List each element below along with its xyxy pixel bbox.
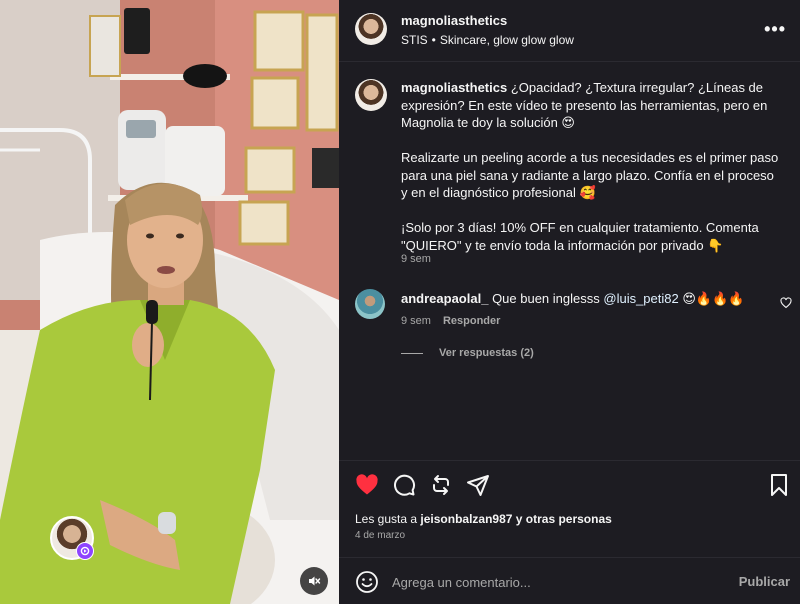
- commenter-avatar[interactable]: [355, 289, 385, 319]
- comment-timestamp[interactable]: 9 sem: [401, 315, 431, 327]
- caption-text: ¿Opacidad? ¿Textura irregular? ¿Líneas d…: [401, 80, 779, 253]
- separator-dot: •: [431, 33, 436, 47]
- repost-icon[interactable]: [429, 473, 453, 497]
- caption-author-avatar[interactable]: [355, 79, 387, 111]
- bookmark-icon[interactable]: [768, 473, 790, 497]
- comment-bar: Publicar: [339, 557, 800, 604]
- video-frame: [0, 0, 339, 604]
- view-replies-label: Ver respuestas (2): [439, 347, 534, 359]
- reply-button[interactable]: Responder: [443, 315, 500, 327]
- comment-like-icon[interactable]: [780, 297, 792, 309]
- more-options-button[interactable]: •••: [764, 20, 786, 38]
- mute-icon: [309, 576, 321, 586]
- likes-prefix: Les gusta a: [355, 512, 421, 526]
- audio-info[interactable]: STIS • Skincare, glow glow glow: [401, 33, 574, 47]
- comment-meta: 9 sem Responder: [401, 315, 500, 327]
- post-video[interactable]: [0, 0, 339, 604]
- audio-author: STIS: [401, 33, 428, 47]
- actions-divider: [339, 460, 800, 461]
- emoji-icon[interactable]: [355, 570, 379, 594]
- post-details-panel: magnoliasthetics STIS • Skincare, glow glo…: [339, 0, 800, 604]
- mute-button[interactable]: [300, 567, 328, 595]
- publish-button[interactable]: Publicar: [739, 574, 790, 589]
- share-icon[interactable]: [466, 473, 490, 497]
- comment-text: Que buen inglesss: [492, 291, 600, 306]
- commenter-username[interactable]: andreapaolal_: [401, 291, 488, 306]
- caption-username[interactable]: magnoliasthetics: [401, 80, 507, 95]
- caption-timestamp[interactable]: 9 sem: [401, 253, 431, 265]
- post-caption: magnoliasthetics ¿Opacidad? ¿Textura irr…: [401, 79, 781, 254]
- author-username[interactable]: magnoliasthetics: [401, 13, 507, 28]
- likes-suffix[interactable]: y otras personas: [512, 512, 612, 526]
- post-dialog: magnoliasthetics STIS • Skincare, glow glo…: [0, 0, 800, 604]
- likes-summary[interactable]: Les gusta a jeisonbalzan987 y otras pers…: [355, 512, 612, 526]
- heart-icon[interactable]: [355, 473, 379, 497]
- post-date[interactable]: 4 de marzo: [355, 530, 405, 541]
- audio-title: Skincare, glow glow glow: [439, 33, 574, 47]
- comment-emojis: 😍🔥🔥🔥: [682, 291, 745, 306]
- replies-divider: [401, 352, 423, 354]
- comment-icon[interactable]: [392, 473, 416, 497]
- reel-badge-icon: [76, 542, 94, 560]
- post-header: magnoliasthetics STIS • Skincare, glow glo…: [339, 0, 800, 62]
- comment-mention[interactable]: @luis_peti82: [603, 291, 678, 306]
- likes-user[interactable]: jeisonbalzan987: [420, 512, 512, 526]
- author-avatar[interactable]: [355, 13, 387, 45]
- comment-input[interactable]: [392, 571, 722, 593]
- view-replies-button[interactable]: Ver respuestas (2): [401, 347, 534, 359]
- comment-item: andreapaolal_ Que buen inglesss @luis_pe…: [401, 290, 771, 307]
